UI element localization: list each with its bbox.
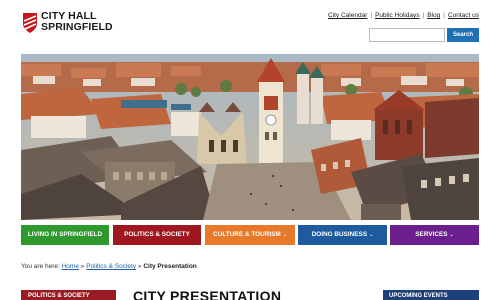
utility-nav: City Calendar | Public Holidays | Blog | Conta… (328, 12, 479, 19)
chevron-down-icon: ⌄ (369, 232, 374, 238)
nav-label: LIVING IN SPRINGFIELD (27, 231, 103, 238)
nav-label: POLITICS & SOCIETY (124, 231, 190, 238)
nav-label: CULTURE & TOURISM (213, 231, 281, 238)
sidebar-header[interactable]: POLITICS & SOCIETY (21, 290, 116, 300)
breadcrumb-separator: » (80, 263, 85, 270)
nav-item-doing-business[interactable]: DOING BUSINESS ⌄ (298, 225, 387, 245)
hero-image (21, 54, 479, 220)
breadcrumb: You are here: Home » Politics & Society … (21, 263, 197, 270)
nav-item-culture-tourism[interactable]: CULTURE & TOURISM ⌄ (205, 225, 295, 245)
util-link-public-holidays[interactable]: Public Holidays (375, 12, 419, 19)
search-button[interactable]: Search (447, 28, 479, 42)
util-link-blog[interactable]: Blog (427, 12, 440, 19)
breadcrumb-current: City Presentation (143, 263, 197, 270)
chevron-down-icon: ⌄ (282, 232, 287, 238)
nav-label: SERVICES (415, 231, 448, 238)
city-panorama-illustration (21, 54, 479, 220)
util-separator: | (422, 12, 425, 19)
shield-logo-icon (23, 13, 37, 33)
nav-item-living-in-springfield[interactable]: LIVING IN SPRINGFIELD (21, 225, 109, 245)
nav-item-politics-society[interactable]: POLITICS & SOCIETY (113, 225, 201, 245)
page-title: CITY PRESENTATION (133, 288, 282, 300)
nav-label: DOING BUSINESS (311, 231, 368, 238)
logo-text: CITY HALL SPRINGFIELD (41, 11, 113, 33)
logo-line2: SPRINGFIELD (41, 21, 113, 33)
main-nav: LIVING IN SPRINGFIELD POLITICS & SOCIETY… (21, 225, 479, 245)
util-separator: | (443, 12, 445, 19)
util-link-contact-us[interactable]: Contact us (448, 12, 479, 19)
breadcrumb-prefix: You are here: (21, 263, 60, 270)
chevron-down-icon: ⌄ (449, 232, 454, 238)
util-link-city-calendar[interactable]: City Calendar (328, 12, 367, 19)
util-separator: | (370, 12, 373, 19)
breadcrumb-separator: » (137, 263, 142, 270)
search-input[interactable] (369, 28, 445, 42)
breadcrumb-politics-society[interactable]: Politics & Society (86, 263, 136, 270)
site-logo[interactable]: CITY HALL SPRINGFIELD (22, 11, 132, 37)
breadcrumb-home[interactable]: Home (62, 263, 79, 270)
nav-item-services[interactable]: SERVICES ⌄ (390, 225, 479, 245)
events-header: UPCOMING EVENTS (383, 290, 479, 300)
